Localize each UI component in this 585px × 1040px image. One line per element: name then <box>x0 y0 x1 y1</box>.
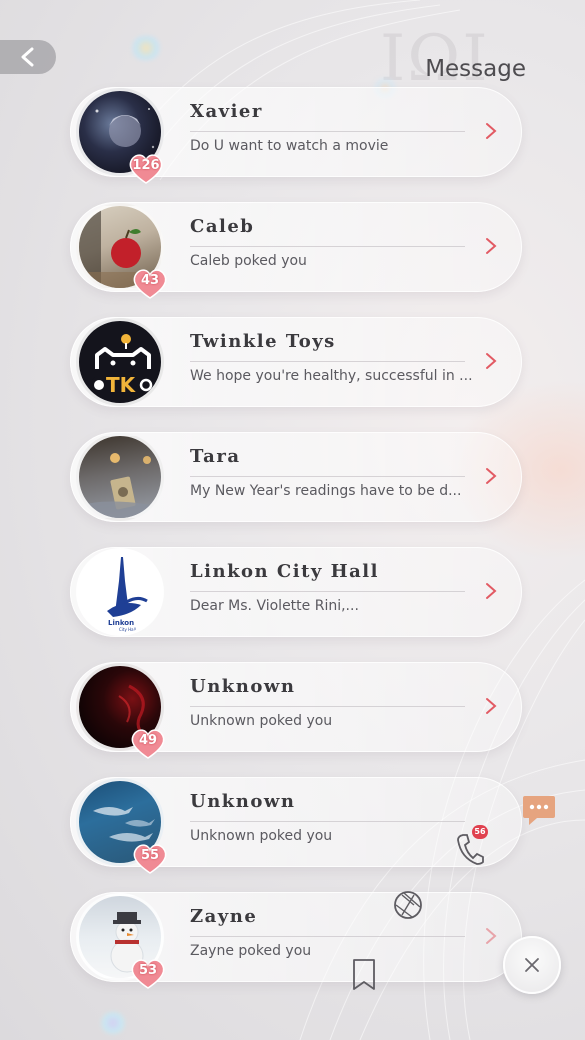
contact-name: Linkon City Hall <box>190 561 379 582</box>
divider <box>190 591 465 592</box>
divider <box>190 131 465 132</box>
svg-text:TK: TK <box>106 373 137 397</box>
divider <box>190 361 465 362</box>
conversation-row[interactable]: TK Twinkle Toys We hope you're healthy, … <box>70 317 522 407</box>
chevron-right-icon <box>486 928 497 944</box>
message-preview: Dear Ms. Violette Rini,... <box>190 598 359 614</box>
contact-name: Zayne <box>190 906 258 927</box>
contact-name: Xavier <box>190 101 263 122</box>
divider <box>190 246 465 247</box>
close-icon <box>525 958 539 972</box>
call-count-badge: 56 <box>472 825 488 839</box>
conversation-row[interactable]: Tara My New Year's readings have to be d… <box>70 432 522 522</box>
message-preview: Zayne poked you <box>190 943 312 959</box>
contact-name: Tara <box>190 446 241 467</box>
divider <box>190 936 465 937</box>
svg-text:City Hall: City Hall <box>119 627 136 632</box>
sparkle <box>128 36 164 60</box>
contact-name: Unknown <box>190 791 296 812</box>
divider <box>190 821 465 822</box>
back-button[interactable] <box>0 40 56 74</box>
affection-heart-badge: 49 <box>129 728 167 760</box>
chevron-right-icon <box>486 353 497 369</box>
chevron-right-icon <box>486 123 497 139</box>
affection-heart-badge: 53 <box>129 958 167 990</box>
affection-heart-badge: 43 <box>131 268 169 300</box>
chevron-left-icon <box>21 47 34 67</box>
message-preview: Unknown poked you <box>190 713 333 729</box>
affection-heart-badge: 55 <box>131 843 169 875</box>
contact-name: Caleb <box>190 216 255 237</box>
chevron-right-icon <box>486 238 497 254</box>
bookmark-icon[interactable] <box>350 958 378 992</box>
linkon-city-hall-logo: Linkon City Hall <box>76 548 164 636</box>
tara-avatar <box>76 433 164 521</box>
message-preview: My New Year's readings have to be d... <box>190 483 462 499</box>
chevron-right-icon <box>486 583 497 599</box>
sparkle <box>98 1012 128 1034</box>
message-preview: We hope you're healthy, successful in ..… <box>190 368 472 384</box>
chevron-right-icon <box>486 698 497 714</box>
contact-name: Unknown <box>190 676 296 697</box>
page-title: Message <box>425 56 526 82</box>
conversation-row[interactable]: Linkon City Hall Linkon City Hall Dear M… <box>70 547 522 637</box>
message-preview: Unknown poked you <box>190 828 333 844</box>
aperture-icon[interactable] <box>392 889 424 921</box>
divider <box>190 706 465 707</box>
message-preview: Do U want to watch a movie <box>190 138 389 154</box>
contact-name: Twinkle Toys <box>190 331 336 352</box>
message-preview: Caleb poked you <box>190 253 307 269</box>
message-icon[interactable] <box>521 794 557 828</box>
divider <box>190 476 465 477</box>
affection-heart-badge: 126 <box>127 153 165 185</box>
svg-text:Linkon: Linkon <box>108 619 134 627</box>
twinkle-toys-logo: TK <box>76 318 164 406</box>
close-button[interactable] <box>503 936 561 994</box>
chevron-right-icon <box>486 468 497 484</box>
